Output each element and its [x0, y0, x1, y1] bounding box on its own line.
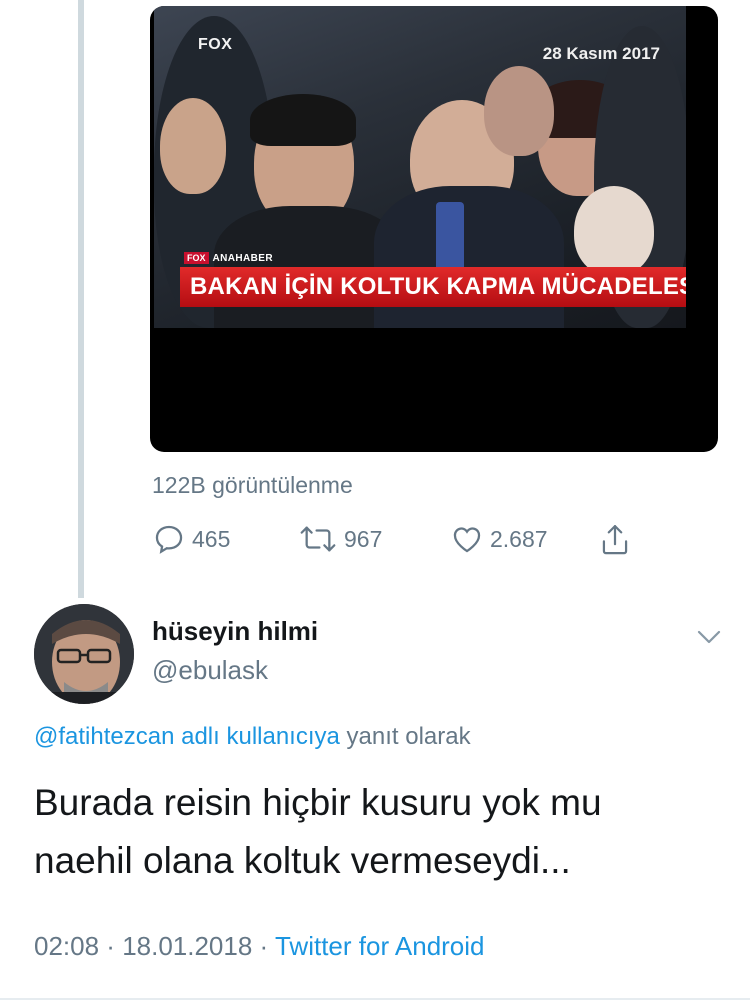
tweet-text: Burada reisin hiçbir kusuru yok mu naehi…	[34, 774, 724, 890]
meta-separator: ·	[252, 931, 275, 961]
news-strap-header: FOX ANAHABER	[184, 250, 273, 266]
replying-to-link[interactable]: @fatihtezcan adlı kullanıcıya	[34, 723, 340, 750]
reply-button[interactable]: 465	[152, 522, 230, 556]
heart-icon	[450, 522, 484, 556]
author-handle[interactable]: @ebulask	[152, 655, 268, 686]
divider	[0, 998, 750, 1000]
replying-to-label: yanıt olarak	[339, 723, 471, 750]
tweet-action-bar: 465 967 2.687	[152, 522, 652, 562]
embedded-video[interactable]: FOX 28 Kasım 2017 FOX ANAHABER BAKAN İÇİ…	[150, 6, 718, 452]
tweet-meta: 02:08 · 18.01.2018 · Twitter for Android	[34, 931, 485, 962]
news-headline: BAKAN İÇİN KOLTUK KAPMA MÜCADELESİ	[190, 273, 686, 300]
strap-tag: ANAHABER	[212, 252, 273, 264]
meta-separator: ·	[99, 931, 123, 961]
news-headline-strap: BAKAN İÇİN KOLTUK KAPMA MÜCADELESİ	[180, 267, 686, 307]
channel-logo: FOX	[198, 36, 233, 53]
tweet-source-link[interactable]: Twitter for Android	[275, 931, 485, 961]
avatar[interactable]	[34, 604, 134, 704]
retweet-icon	[298, 522, 338, 556]
thread-connector-line	[78, 0, 84, 598]
tweet-text-line: naehil olana koltuk vermeseydi...	[34, 840, 571, 881]
like-count: 2.687	[490, 525, 548, 552]
reply-icon	[152, 522, 186, 556]
view-count: 122B görüntülenme	[152, 472, 353, 498]
tweet-text-line: Burada reisin hiçbir kusuru yok mu	[34, 782, 602, 823]
share-icon	[598, 522, 632, 558]
strap-logo: FOX	[184, 252, 209, 264]
like-button[interactable]: 2.687	[450, 522, 548, 556]
tweet-time: 02:08	[34, 931, 100, 961]
video-frame: FOX 28 Kasım 2017 FOX ANAHABER BAKAN İÇİ…	[154, 6, 686, 328]
author-display-name[interactable]: hüseyin hilmi	[152, 616, 318, 647]
video-date-badge: 28 Kasım 2017	[542, 44, 660, 63]
replying-to: @fatihtezcan adlı kullanıcıya yanıt olar…	[34, 723, 471, 751]
share-button[interactable]	[598, 522, 632, 558]
retweet-count: 967	[344, 525, 383, 552]
tweet-date: 18.01.2018	[122, 931, 253, 961]
retweet-button[interactable]: 967	[298, 522, 382, 556]
reply-count: 465	[192, 525, 231, 552]
chevron-down-icon[interactable]	[694, 626, 724, 648]
